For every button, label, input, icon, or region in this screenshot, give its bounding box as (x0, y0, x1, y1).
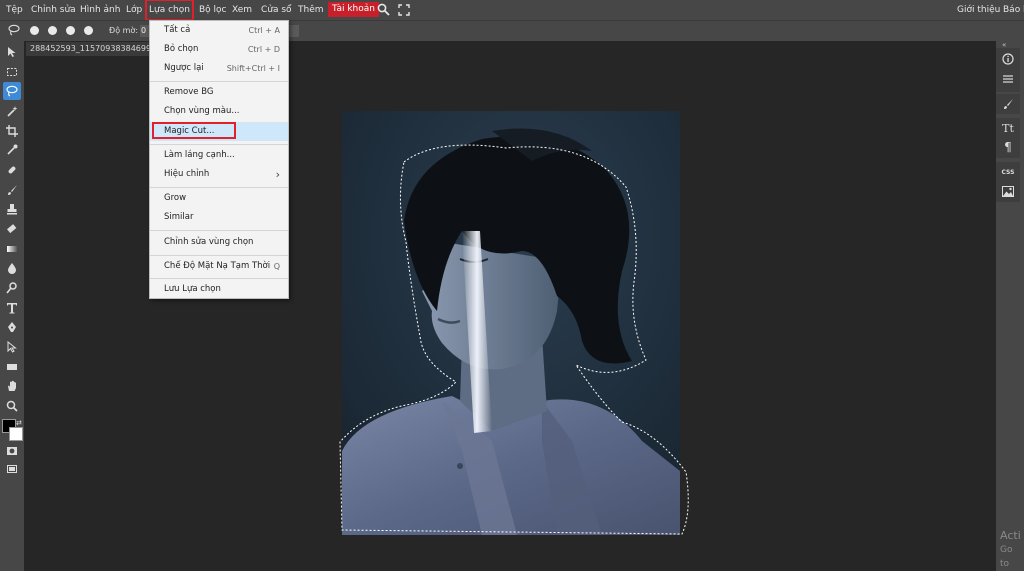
panel-group-css: CSS (996, 162, 1020, 202)
hand-tool-icon[interactable] (3, 377, 21, 395)
watermark-line-1: Acti (1000, 529, 1021, 542)
menu-item-grow[interactable]: Grow (150, 189, 288, 208)
opacity-label: Độ mờ: (109, 26, 139, 35)
panel-group-text: Tt ¶ (996, 118, 1020, 158)
eyedropper-icon[interactable] (3, 141, 21, 159)
right-panel: « Tt ¶ CSS (996, 40, 1024, 571)
menu-item-similar[interactable]: Similar (150, 208, 288, 227)
zoom-tool-icon[interactable] (3, 397, 21, 415)
menu-about[interactable]: Giới thiệu (957, 0, 1000, 20)
search-icon[interactable] (377, 3, 390, 17)
document-tab[interactable]: 288452593_1157093838469920 (26, 42, 150, 56)
brush-tool-icon[interactable] (3, 181, 21, 199)
menu-separator (150, 187, 288, 188)
magic-cut-highlight-box (152, 122, 236, 139)
pen-tool-icon[interactable] (3, 318, 21, 336)
watermark-line-2: Go to (1000, 545, 1013, 569)
mode-intersect-icon[interactable] (84, 26, 93, 35)
stamp-tool-icon[interactable] (3, 200, 21, 218)
menu-separator (150, 255, 288, 256)
crop-tool-icon[interactable] (3, 122, 21, 140)
screen-mode-icon[interactable] (3, 460, 21, 478)
menu-item-deselect[interactable]: Bỏ chọn Ctrl + D (150, 40, 288, 59)
character-icon[interactable]: Tt (996, 119, 1020, 137)
menu-bar: Tệp Chỉnh sửa Hình ảnh Lớp Lựa chọn Bộ l… (0, 0, 1024, 21)
lasso-option-icon[interactable] (8, 24, 20, 39)
adjustments-icon[interactable] (996, 70, 1020, 88)
menu-item-inverse[interactable]: Ngược lại Shift+Ctrl + I (150, 59, 288, 78)
activation-watermark: Acti Go to (1000, 529, 1024, 571)
color-swatches[interactable]: ⇄ (2, 419, 23, 441)
quick-mask-icon[interactable] (3, 442, 21, 460)
dodge-tool-icon[interactable] (3, 279, 21, 297)
healing-brush-icon[interactable] (3, 161, 21, 179)
menu-item-quick-mask[interactable]: Chế Độ Mặt Nạ Tạm Thời Q (150, 257, 288, 276)
mode-subtract-icon[interactable] (66, 26, 75, 35)
menu-layer[interactable]: Lớp (126, 0, 142, 20)
css-icon[interactable]: CSS (996, 163, 1020, 181)
menu-view[interactable]: Xem (232, 0, 252, 20)
menu-separator (150, 278, 288, 279)
menu-report[interactable]: Báo lỗ (1003, 0, 1024, 20)
panel-group-info (996, 48, 1020, 92)
background-color[interactable] (9, 427, 23, 441)
menu-edit[interactable]: Chỉnh sửa (31, 0, 76, 20)
selection-marquee (339, 144, 689, 535)
marquee-tool-icon[interactable] (3, 63, 21, 81)
menu-item-edit-selection[interactable]: Chỉnh sửa vùng chọn (150, 233, 288, 252)
info-icon[interactable] (996, 50, 1020, 68)
menu-item-select-all[interactable]: Tất cả Ctrl + A (150, 21, 288, 40)
menu-item-color-range[interactable]: Chọn vùng màu... (150, 102, 288, 121)
chevron-right-icon: › (275, 168, 280, 181)
magic-wand-icon[interactable] (3, 102, 21, 120)
toolbar: ⇄ (0, 40, 24, 571)
menu-more[interactable]: Thêm (298, 0, 324, 20)
menu-separator (150, 144, 288, 145)
mode-add-icon[interactable] (48, 26, 57, 35)
text-tool-icon[interactable] (3, 299, 21, 317)
menu-separator (150, 81, 288, 82)
menu-select[interactable]: Lựa chọn (145, 0, 194, 21)
gradient-tool-icon[interactable] (3, 240, 21, 258)
panel-group-brush (996, 94, 1020, 114)
fullscreen-icon[interactable] (398, 4, 410, 16)
menu-filter[interactable]: Bộ lọc (199, 0, 227, 20)
menu-image[interactable]: Hình ảnh (80, 0, 120, 20)
image-icon[interactable] (996, 182, 1020, 200)
options-extra-button[interactable] (289, 25, 299, 37)
path-select-icon[interactable] (3, 338, 21, 356)
menu-item-modify[interactable]: Hiệu chỉnh › (150, 165, 288, 184)
opacity-input[interactable]: 0 (140, 25, 149, 37)
menu-item-save-selection[interactable]: Lưu Lựa chọn (150, 280, 288, 299)
account-button[interactable]: Tài khoản (328, 2, 379, 17)
swap-colors-icon[interactable]: ⇄ (16, 419, 22, 427)
menu-window[interactable]: Cửa sổ (261, 0, 292, 20)
menu-item-feather[interactable]: Làm láng cạnh... (150, 146, 288, 165)
selection-menu: Tất cả Ctrl + A Bỏ chọn Ctrl + D Ngược lại… (149, 20, 289, 299)
brush-settings-icon[interactable] (996, 95, 1020, 113)
paragraph-icon[interactable]: ¶ (996, 138, 1020, 156)
eraser-tool-icon[interactable] (3, 220, 21, 238)
move-tool-icon[interactable] (3, 43, 21, 61)
menu-item-remove-bg[interactable]: Remove BG (150, 83, 288, 102)
lasso-tool-icon[interactable] (3, 82, 21, 100)
menu-separator (150, 230, 288, 231)
menu-file[interactable]: Tệp (6, 0, 23, 20)
mode-new-icon[interactable] (30, 26, 39, 35)
blur-tool-icon[interactable] (3, 259, 21, 277)
shape-tool-icon[interactable] (3, 358, 21, 376)
